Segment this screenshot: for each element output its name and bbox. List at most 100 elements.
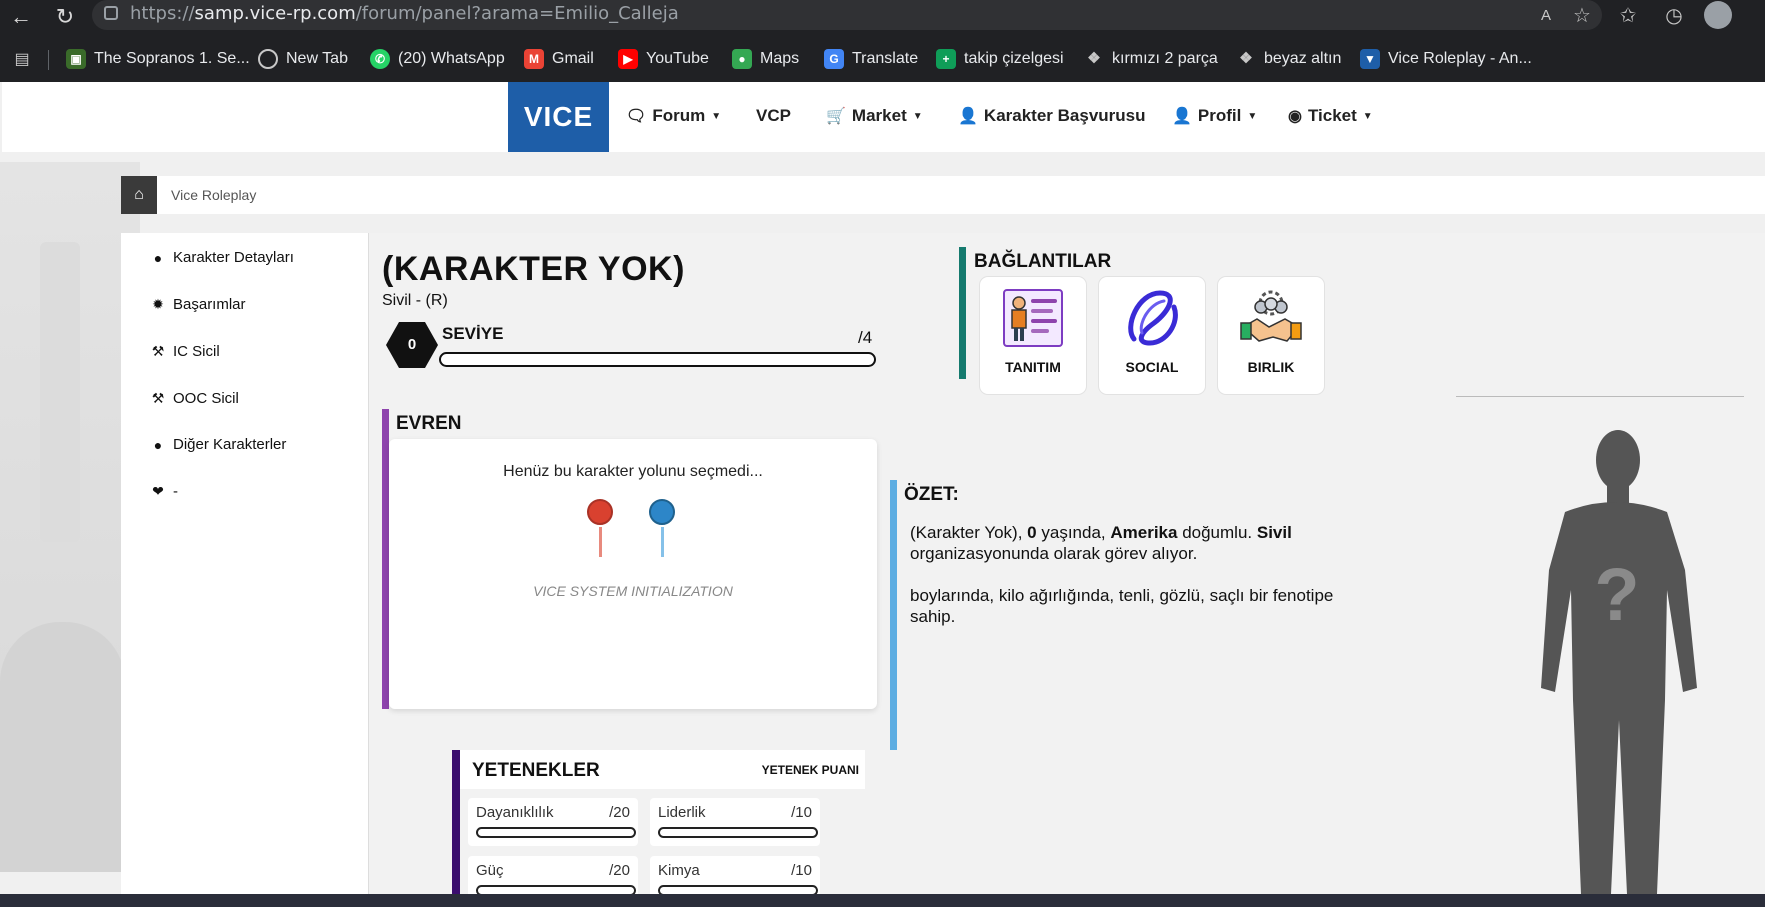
sidebar-item-heart[interactable]: ❤ - <box>151 483 178 500</box>
ozet-text: (Karakter Yok), <box>910 523 1028 542</box>
profile-avatar[interactable] <box>1704 1 1732 29</box>
nav-vcp[interactable]: VCP <box>756 106 791 126</box>
bookmark-item[interactable]: + takip çizelgesi <box>936 47 1064 71</box>
bookmark-item[interactable]: ✆ (20) WhatsApp <box>370 47 505 71</box>
url-text[interactable]: https://samp.vice-rp.com/forum/panel?ara… <box>130 3 679 24</box>
sidebar-item-ic-sicil[interactable]: ⚒ IC Sicil <box>151 343 220 360</box>
favorites-icon[interactable]: ✩ <box>1614 2 1642 30</box>
back-icon[interactable]: ← <box>6 2 36 32</box>
site-logo[interactable]: VICE <box>508 82 609 152</box>
link-icon: ❖ <box>1239 50 1253 67</box>
skill-guc: Güç /20 <box>468 856 638 894</box>
sidebar-item-diger-karakterler[interactable]: ● Diğer Karakterler <box>151 436 287 453</box>
breadcrumb-link[interactable]: Vice Roleplay <box>171 187 256 203</box>
ozet-age: 0 <box>1027 523 1037 542</box>
bookmark-item[interactable]: ❖ kırmızı 2 parça <box>1084 47 1218 71</box>
sidebar: ● Karakter Detayları ✹ Başarımlar ⚒ IC Sici… <box>121 233 369 894</box>
vice-icon: ▼ <box>1360 49 1380 69</box>
skill-name: Dayanıklılık <box>476 804 554 821</box>
star-icon[interactable]: ☆ <box>1568 2 1596 30</box>
breadcrumb: ⌂ Vice Roleplay <box>121 176 1765 214</box>
bookmark-item[interactable]: ❖ beyaz altın <box>1236 47 1341 71</box>
address-bar[interactable]: https://samp.vice-rp.com/forum/panel?ara… <box>92 0 1602 30</box>
history-icon[interactable]: ◷ <box>1660 2 1688 30</box>
bookmark-item[interactable]: ▣ The Sopranos 1. Se... <box>66 47 250 71</box>
ozet-summary: (Karakter Yok), 0 yaşında, Amerika doğum… <box>910 522 1356 627</box>
nav-karakter-basvurusu[interactable]: 👤 Karakter Başvurusu <box>958 106 1146 126</box>
reload-icon[interactable]: ↻ <box>50 2 80 32</box>
bookmark-label: beyaz altın <box>1264 50 1342 67</box>
skills-title: YETENEKLER <box>472 760 600 781</box>
bookmark-item[interactable]: ● Maps <box>732 47 799 71</box>
red-pin-stick <box>599 527 602 557</box>
evren-card: Henüz bu karakter yolunu seçmedi... VICE… <box>389 439 877 709</box>
caret-down-icon: ▼ <box>1247 110 1258 122</box>
connections-accent <box>959 247 966 379</box>
sidebar-item-ooc-sicil[interactable]: ⚒ OOC Sicil <box>151 390 239 407</box>
bookmark-item[interactable]: New Tab <box>258 47 348 71</box>
skill-bar <box>658 885 818 894</box>
connection-social[interactable]: SOCIAL <box>1099 277 1205 394</box>
taskbar-strip <box>0 894 1765 907</box>
lock-icon[interactable] <box>104 6 118 20</box>
bookmark-label: New Tab <box>286 50 348 67</box>
evren-message: Henüz bu karakter yolunu seçmedi... <box>503 463 763 480</box>
nav-profil[interactable]: 👤 Profil ▼ <box>1172 106 1257 126</box>
red-path-pin-icon[interactable] <box>587 499 613 525</box>
evren-footer: VICE SYSTEM INITIALIZATION <box>533 583 733 599</box>
lifebuoy-icon: ◉ <box>1288 108 1302 125</box>
browser-chrome: ← ↻ https://samp.vice-rp.com/forum/panel… <box>0 0 1765 82</box>
sidebar-item-label: IC Sicil <box>173 343 220 360</box>
gavel-icon: ⚒ <box>151 343 165 359</box>
gmail-icon: M <box>524 49 544 69</box>
link-icon: ❖ <box>1087 50 1101 67</box>
youtube-icon: ▶ <box>618 49 638 69</box>
nav-market[interactable]: 🛒 Market ▼ <box>826 106 923 126</box>
skill-max: /20 <box>609 862 630 879</box>
caret-down-icon: ▼ <box>912 110 923 122</box>
skill-name: Güç <box>476 862 504 879</box>
bookmark-label: Vice Roleplay - An... <box>1388 50 1532 67</box>
nav-label: Karakter Başvurusu <box>983 106 1146 125</box>
url-host: samp.vice-rp.com <box>194 3 356 24</box>
skills-header: YETENEKLER YETENEK PUANI <box>460 750 865 789</box>
ozet-paragraph-2: boylarında, kilo ağırlığında, tenli, göz… <box>910 586 1334 626</box>
bookmark-label: kırmızı 2 parça <box>1112 50 1218 67</box>
social-swirl-icon <box>1128 290 1178 346</box>
sidebar-item-basarimlar[interactable]: ✹ Başarımlar <box>151 296 246 313</box>
bookmark-label: The Sopranos 1. Se... <box>94 50 250 67</box>
cart-icon: 🛒 <box>826 108 846 125</box>
translate-icon: G <box>824 49 844 69</box>
page: VICE 🗨 Forum ▼ VCP 🛒 Market ▼ 👤 Karakter Başv… <box>0 82 1765 894</box>
question-mark-icon: ? <box>1594 553 1639 636</box>
connection-tanitim[interactable]: TANITIM <box>980 277 1086 394</box>
maps-icon: ● <box>732 49 752 69</box>
ozet-accent <box>890 480 897 750</box>
bookmark-item[interactable]: ▶ YouTube <box>618 47 709 71</box>
heart-icon: ❤ <box>152 483 164 499</box>
skill-liderlik: Liderlik /10 <box>650 798 820 846</box>
connection-birlik[interactable]: BIRLIK <box>1218 277 1324 394</box>
skill-max: /10 <box>791 804 812 821</box>
whatsapp-icon: ✆ <box>370 49 390 69</box>
globe-icon <box>258 49 278 69</box>
home-icon[interactable]: ⌂ <box>121 176 157 214</box>
bookmark-item[interactable]: ▼ Vice Roleplay - An... <box>1360 47 1532 71</box>
ozet-country: Amerika <box>1110 523 1178 542</box>
blue-path-pin-icon[interactable] <box>649 499 675 525</box>
skill-max: /10 <box>791 862 812 879</box>
bookmark-item[interactable]: M Gmail <box>524 47 594 71</box>
bookmark-label: Translate <box>852 50 919 67</box>
nav-forum[interactable]: 🗨 Forum ▼ <box>626 106 721 126</box>
bookmark-label: YouTube <box>646 50 709 67</box>
caret-down-icon: ▼ <box>1362 110 1373 122</box>
sidebar-item-label: Başarımlar <box>173 296 246 313</box>
nav-ticket[interactable]: ◉ Ticket ▼ <box>1288 106 1373 126</box>
read-aloud-icon[interactable]: A <box>1532 2 1560 30</box>
skill-bar <box>476 827 636 838</box>
nav-label: Ticket <box>1307 106 1357 125</box>
bookmark-label: takip çizelgesi <box>964 50 1064 67</box>
skills-accent <box>452 750 460 894</box>
bookmark-item[interactable]: G Translate <box>824 47 918 71</box>
sidebar-item-karakter-detaylari[interactable]: ● Karakter Detayları <box>151 249 294 266</box>
